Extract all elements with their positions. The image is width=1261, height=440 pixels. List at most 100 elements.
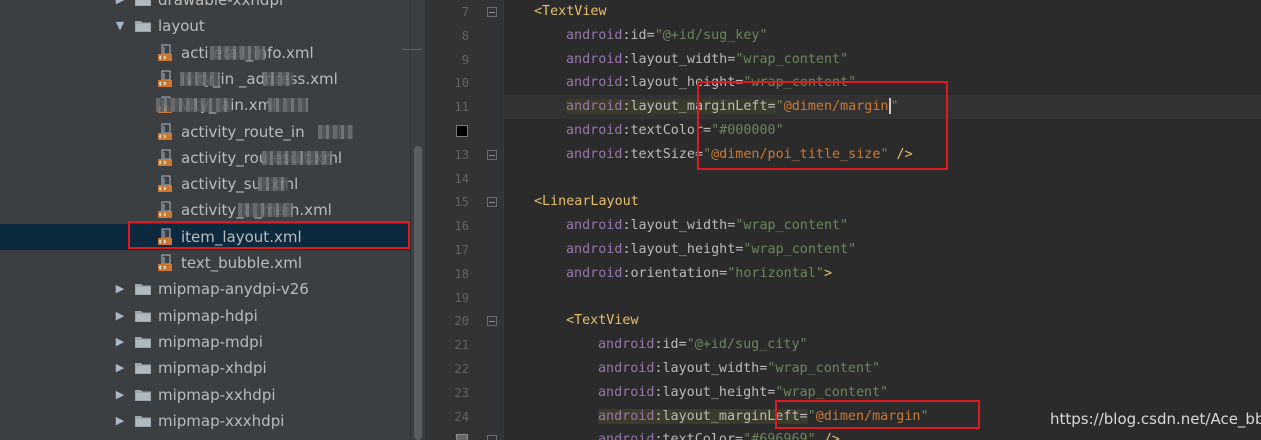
code-line-content: android:layout_width="wrap_content" — [598, 357, 880, 381]
layout-file-icon — [158, 175, 172, 193]
code-line[interactable] — [504, 286, 1261, 310]
code-token-val: " — [880, 146, 889, 162]
tree-folder-item[interactable]: ▶ mipmap-anydpi-v26 — [0, 276, 410, 302]
tree-file-item[interactable]: activity_t _main.xml — [0, 197, 410, 223]
project-tree-scrollbar[interactable] — [410, 0, 425, 440]
code-line-content: android:textSize="@dimen/poi_title_size"… — [566, 143, 913, 167]
line-number: 9 — [461, 52, 469, 67]
code-token-ns: android — [566, 218, 623, 234]
tree-item-label: mipmap-xxxhdpi — [158, 411, 285, 430]
code-line[interactable]: <TextView — [504, 309, 1261, 333]
line-number: 11 — [454, 100, 469, 115]
code-token-ns: android — [598, 361, 655, 376]
code-line[interactable]: android:layout_width="wrap_content" — [504, 48, 1261, 72]
code-token-val: "#696969" — [743, 432, 816, 440]
code-token-ns: android — [566, 265, 623, 281]
code-line[interactable]: android:layout_height="wrap_content" — [504, 71, 1261, 95]
chevron-right-icon[interactable]: ▶ — [113, 408, 127, 434]
code-token-val: "wrap_content" — [775, 384, 889, 400]
color-preview-icon[interactable] — [456, 125, 468, 137]
chevron-right-icon[interactable]: ▶ — [113, 0, 127, 13]
obscured-text-patch — [180, 71, 220, 86]
chevron-right-icon[interactable]: ▶ — [113, 355, 127, 381]
tree-file-item[interactable]: activity_rou esult.xml — [0, 145, 410, 171]
fold-toggle-icon[interactable] — [487, 197, 497, 208]
code-line[interactable]: android:layout_marginLeft="@dimen/margin… — [504, 95, 1261, 120]
code-line[interactable] — [504, 167, 1261, 191]
code-token-val: "wrap_content" — [743, 242, 857, 257]
code-token-ns: android — [566, 75, 623, 91]
code-line-content: android:orientation="horizontal"> — [566, 262, 832, 286]
fold-toggle-icon[interactable] — [487, 7, 497, 17]
layout-file-icon — [158, 254, 172, 271]
code-token-ns: android — [598, 337, 655, 353]
tree-file-item[interactable]: item_layout.xml — [0, 223, 410, 250]
tree-item-label: mipmap-xhdpi — [158, 359, 267, 378]
code-token-val: " — [775, 99, 784, 115]
code-line[interactable]: android:id="@+id/sug_key" — [504, 24, 1261, 48]
line-number: 17 — [454, 243, 469, 257]
chevron-right-icon[interactable]: ▶ — [113, 329, 127, 355]
project-tree-scroll-thumb[interactable] — [414, 146, 422, 440]
code-token-tag: /> — [815, 432, 840, 440]
tree-item-label: mipmap-hdpi — [158, 306, 258, 325]
fold-toggle-icon[interactable] — [487, 316, 497, 327]
code-token-val: "wrap_content" — [743, 75, 857, 91]
color-preview-icon[interactable] — [456, 434, 468, 440]
code-token-attr: :layout_marginLeft= — [622, 99, 776, 115]
code-line-content: android:layout_width="wrap_content" — [566, 214, 848, 238]
chevron-right-icon[interactable]: ▶ — [113, 276, 127, 302]
code-token-ns: android — [598, 432, 655, 440]
layout-file-icon — [158, 201, 172, 219]
line-number: 15 — [454, 195, 469, 210]
code-line[interactable]: android:orientation="horizontal"> — [504, 262, 1261, 286]
tree-folder-item[interactable]: ▶ mipmap-hdpi — [0, 303, 410, 329]
code-token-val: " — [920, 408, 929, 424]
code-line-content: android:textColor="#696969" /> — [598, 428, 840, 440]
obscured-text-patch — [318, 124, 353, 139]
fold-toggle-icon[interactable] — [487, 149, 497, 160]
code-token-val: " — [703, 146, 712, 162]
code-token-tag: <TextView — [566, 313, 639, 329]
code-token-attr: :textSize= — [622, 146, 704, 162]
code-token-tag: > — [824, 265, 833, 281]
code-token-attr: :textColor= — [622, 123, 712, 138]
code-line[interactable]: <LinearLayout — [504, 190, 1261, 214]
code-line[interactable]: android:layout_width="wrap_content" — [504, 357, 1261, 381]
tree-file-item[interactable]: text_bubble.xml — [0, 250, 410, 276]
code-line[interactable]: <TextView — [504, 0, 1261, 24]
code-line[interactable]: android:textColor="#000000" — [504, 119, 1261, 143]
tree-folder-item[interactable]: ▶ mipmap-xxxhdpi — [0, 408, 410, 434]
tree-folder-item[interactable]: ▶ mipmap-xxhdpi — [0, 382, 410, 408]
code-editor[interactable]: <TextView android:id="@+id/sug_key" androi… — [504, 0, 1261, 440]
tree-folder-item[interactable]: ▶ mipmap-mdpi — [0, 329, 410, 355]
code-token-val: "wrap_content" — [767, 361, 881, 376]
code-line-content: android:layout_width="wrap_content" — [566, 48, 848, 72]
chevron-right-icon[interactable]: ▶ — [113, 303, 127, 329]
tree-folder-item[interactable]: ▶ mipmap-xhdpi — [0, 355, 410, 381]
code-line-content: android:layout_height="wrap_content" — [598, 381, 888, 405]
tree-folder-item[interactable]: ▶ drawable-xxhdpi — [0, 0, 410, 13]
code-line[interactable]: android:textSize="@dimen/poi_title_size"… — [504, 143, 1261, 167]
chevron-right-icon[interactable]: ▶ — [113, 382, 127, 408]
code-token-attr: :layout_width= — [622, 51, 736, 67]
code-token-val: "#000000" — [711, 123, 784, 138]
tree-file-item[interactable]: activity_su .xml — [0, 171, 410, 197]
code-token-ns: android — [566, 99, 623, 115]
code-line[interactable]: android:layout_height="wrap_content" — [504, 381, 1261, 405]
line-number: 19 — [454, 290, 469, 305]
code-line[interactable]: android:textColor="#696969" /> — [504, 428, 1261, 440]
code-token-val: "@+id/sug_city" — [686, 337, 808, 353]
chevron-down-icon[interactable]: ▼ — [113, 13, 127, 39]
code-line[interactable]: android:id="@+id/sug_city" — [504, 333, 1261, 357]
obscured-text-patch — [238, 203, 293, 218]
tree-item-label: mipmap-mdpi — [158, 332, 263, 351]
tree-file-item[interactable]: acti etail_info.xml — [0, 40, 410, 66]
fold-toggle-icon[interactable] — [487, 435, 497, 440]
folder-icon — [135, 284, 151, 296]
code-line[interactable]: android:layout_width="wrap_content" — [504, 214, 1261, 238]
line-number: 24 — [454, 409, 469, 424]
code-line[interactable]: android:layout_height="wrap_content" — [504, 238, 1261, 262]
folder-icon — [135, 0, 151, 6]
tree-folder-item[interactable]: ▼ layout — [0, 13, 410, 39]
